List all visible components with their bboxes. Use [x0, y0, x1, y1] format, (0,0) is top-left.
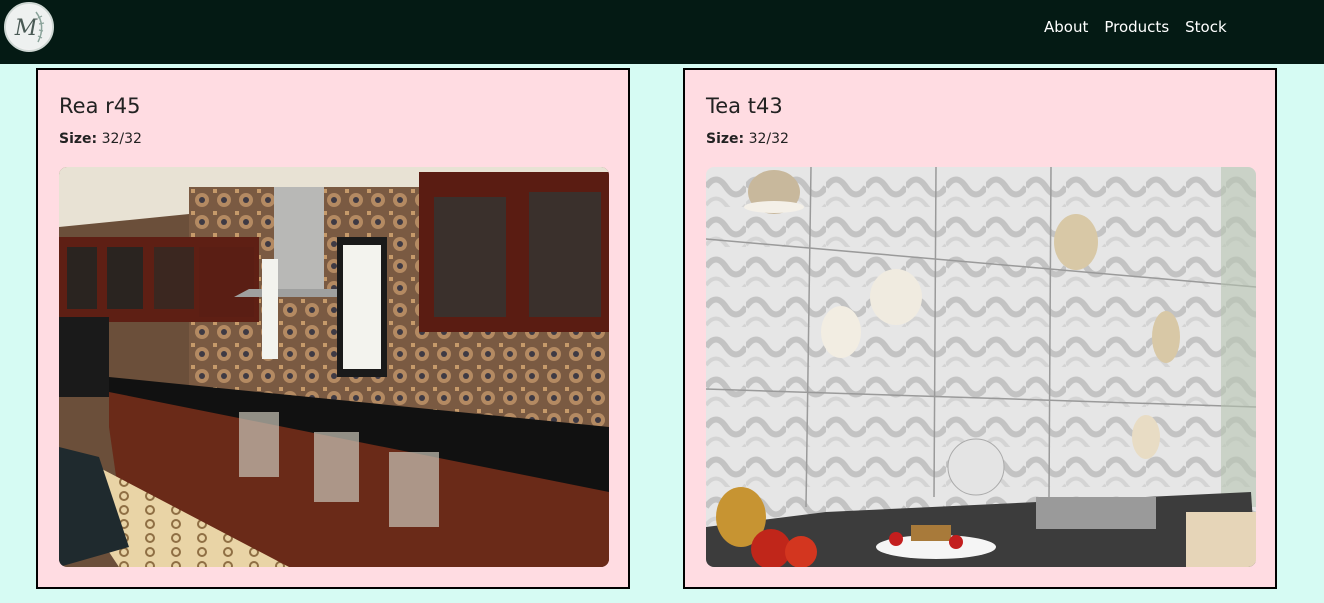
product-image-kitchen-patterned[interactable]: [59, 167, 609, 567]
product-name: Tea t43: [706, 94, 783, 118]
size-label: Size:: [59, 131, 98, 147]
product-card[interactable]: Rea r45 Size: 32/32: [36, 68, 630, 589]
nav-link-stock[interactable]: Stock: [1185, 17, 1227, 37]
product-card[interactable]: Tea t43 Size: 32/32: [683, 68, 1277, 589]
size-value: 32/32: [101, 131, 142, 147]
nav-link-products[interactable]: Products: [1104, 17, 1169, 37]
brand-logo[interactable]: M: [4, 2, 54, 52]
nav-link-about[interactable]: About: [1044, 17, 1088, 37]
nav-links: About Products Stock: [1044, 17, 1243, 37]
product-name: Rea r45: [59, 94, 141, 118]
product-size: Size: 32/32: [706, 131, 789, 147]
logo-letter: M: [14, 16, 38, 41]
size-label: Size:: [706, 131, 745, 147]
size-value: 32/32: [748, 131, 789, 147]
product-image-kitchen-white-tiles[interactable]: [706, 167, 1256, 567]
navbar: M About Products Stock: [0, 0, 1324, 64]
product-size: Size: 32/32: [59, 131, 142, 147]
